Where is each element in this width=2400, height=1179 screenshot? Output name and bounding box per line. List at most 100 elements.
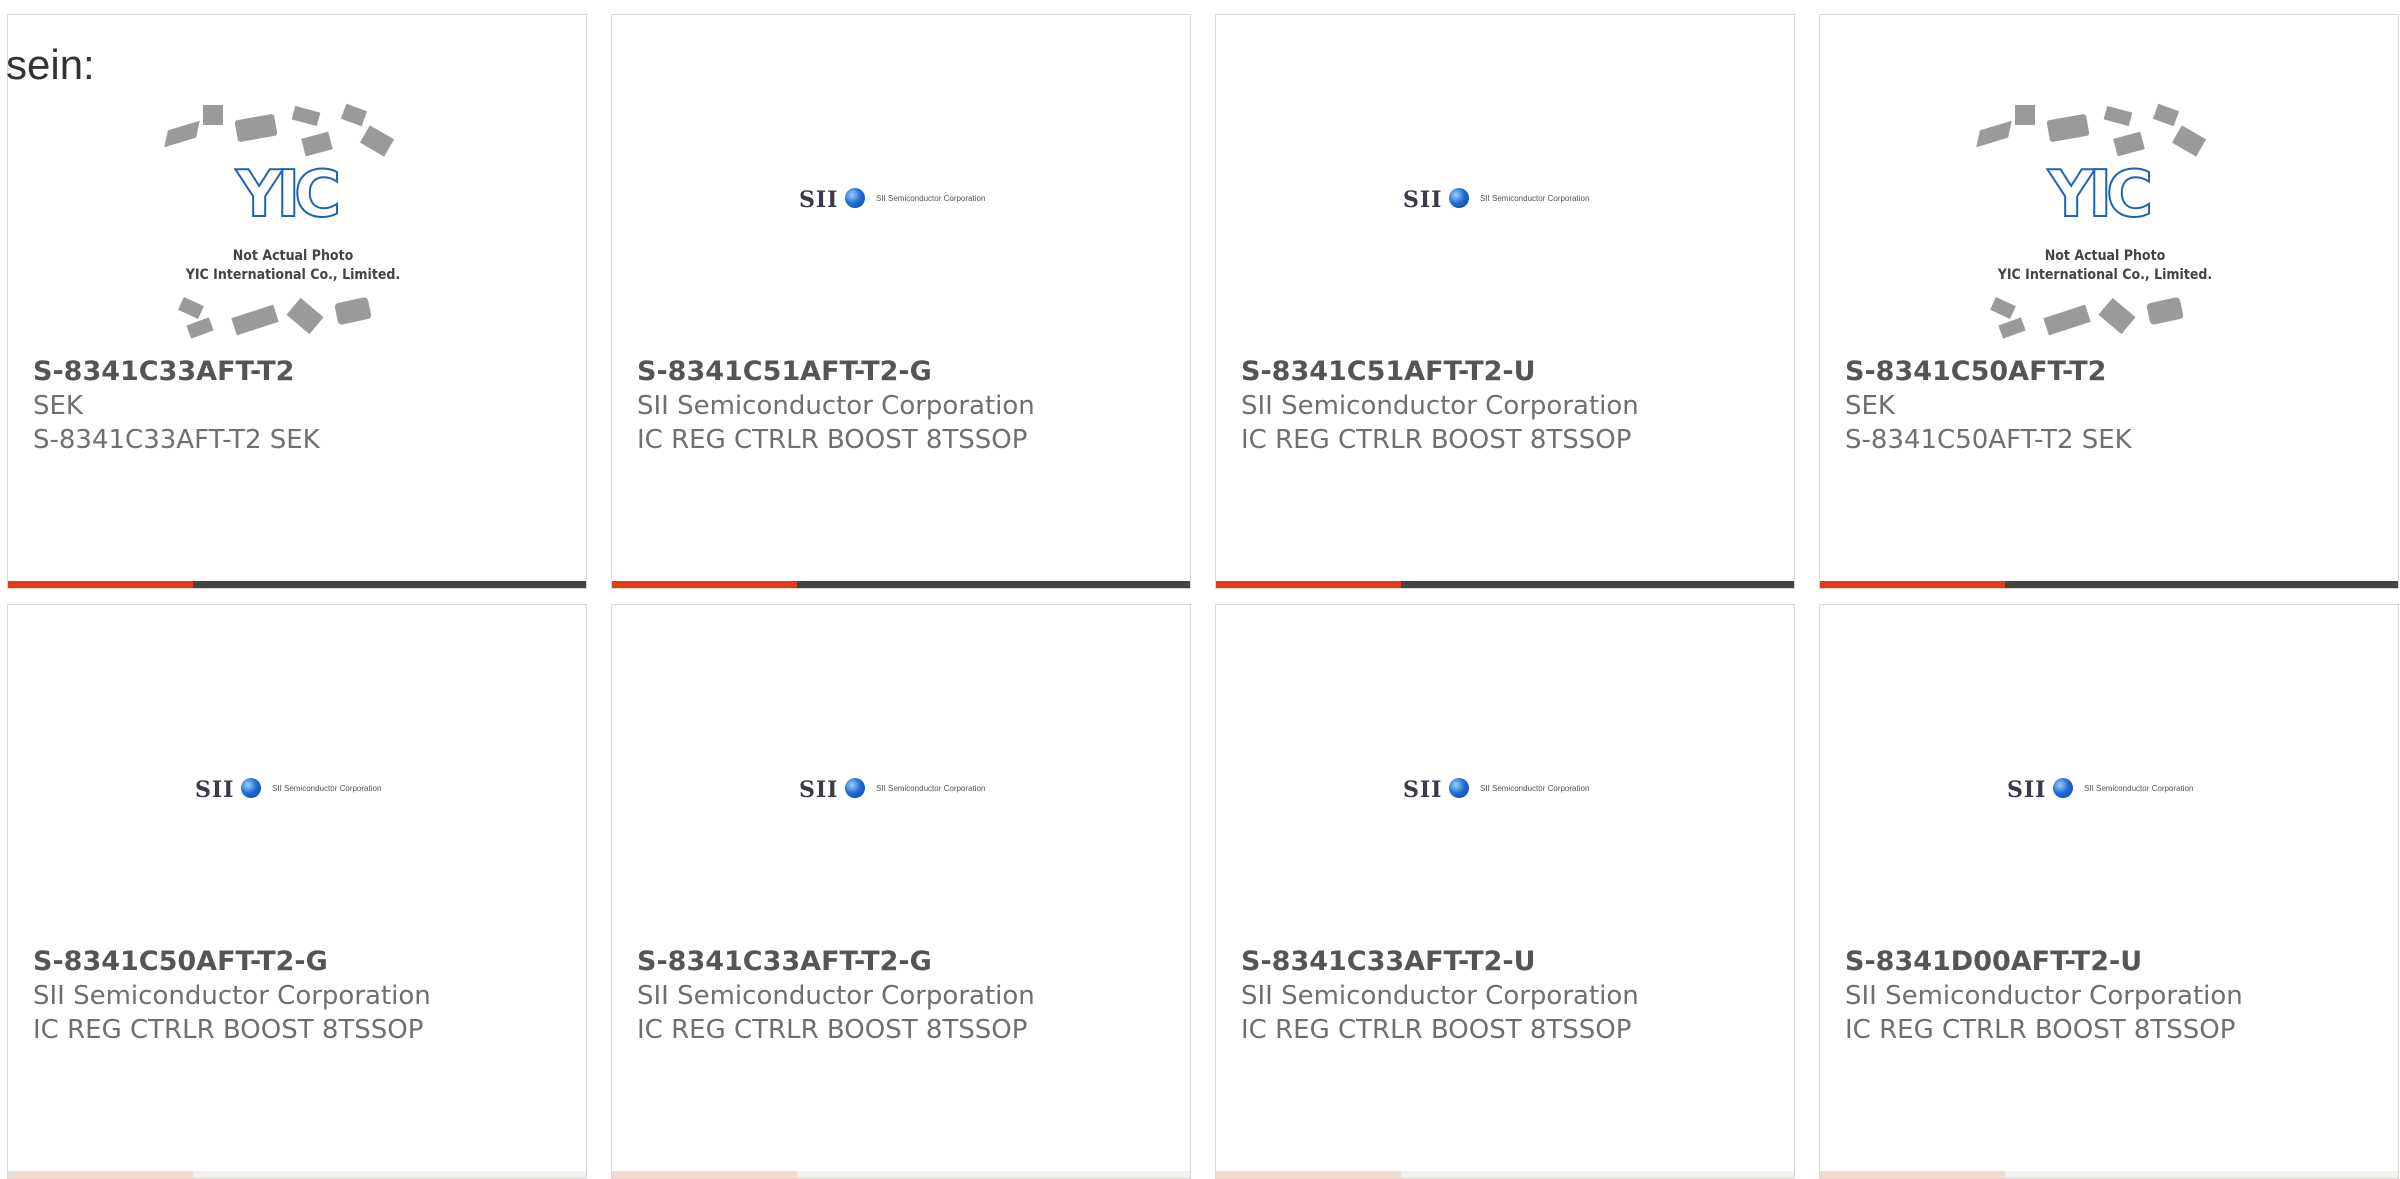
manufacturer: SII Semiconductor Corporation — [1241, 391, 1639, 421]
yic-placeholder-image: YIC Not Actual Photo YIC International C… — [1970, 103, 2240, 345]
manufacturer: SII Semiconductor Corporation — [1241, 981, 1639, 1011]
caption-line-2: YIC International Co., Limited. — [1997, 267, 2213, 283]
card-progress-bar — [1820, 1171, 2398, 1178]
product-info: S-8341C33AFT-T2-G SII Semiconductor Corpo… — [637, 945, 1180, 1047]
sii-logo-mark: SII — [2007, 777, 2047, 803]
manufacturer: SEK — [33, 391, 83, 421]
sii-logo-company: SII Semiconductor Corporation — [876, 194, 986, 203]
sii-logo-company: SII Semiconductor Corporation — [1480, 194, 1590, 203]
part-number-link[interactable]: S-8341C51AFT-T2-U — [1241, 355, 1784, 389]
card-progress-fill — [1216, 1171, 1401, 1178]
chip-icon — [2043, 304, 2091, 336]
card-progress-fill — [1820, 581, 2005, 588]
manufacturer: SII Semiconductor Corporation — [33, 981, 431, 1011]
product-image[interactable]: SII SII Semiconductor Corporation — [1820, 605, 2398, 940]
card-progress-bar — [8, 581, 586, 588]
manufacturer: SEK — [1845, 391, 1895, 421]
chip-icon — [301, 131, 333, 157]
chip-icon — [2103, 105, 2133, 127]
product-card[interactable]: SII SII Semiconductor Corporation S-8341… — [7, 604, 587, 1179]
sii-logo-image: SII SII Semiconductor Corporation — [1403, 175, 1613, 215]
chip-icon — [291, 105, 321, 127]
chip-icon — [186, 317, 214, 339]
card-progress-bar — [612, 1171, 1190, 1178]
chip-icon — [178, 297, 204, 319]
sii-logo-mark: SII — [1403, 187, 1443, 213]
part-number-link[interactable]: S-8341C50AFT-T2 — [1845, 355, 2388, 389]
sii-logo-mark: SII — [1403, 777, 1443, 803]
product-image[interactable]: SII SII Semiconductor Corporation — [612, 605, 1190, 940]
sii-globe-icon — [845, 778, 865, 798]
manufacturer: SII Semiconductor Corporation — [637, 981, 1035, 1011]
caption-line-2: YIC International Co., Limited. — [185, 267, 401, 283]
product-image[interactable]: SII SII Semiconductor Corporation — [612, 15, 1190, 350]
card-progress-bar — [612, 581, 1190, 588]
description: IC REG CTRLR BOOST 8TSSOP — [637, 425, 1028, 455]
chip-icon — [2171, 125, 2207, 157]
image-caption: Not Actual Photo YIC International Co., … — [1970, 247, 2240, 285]
chip-icon — [359, 125, 395, 157]
chip-icon — [203, 105, 223, 125]
description: IC REG CTRLR BOOST 8TSSOP — [1241, 425, 1632, 455]
yic-logo: YIC — [235, 158, 342, 232]
sii-logo-image: SII SII Semiconductor Corporation — [195, 765, 405, 805]
description: IC REG CTRLR BOOST 8TSSOP — [1845, 1015, 2236, 1045]
section-heading: sein: — [6, 41, 95, 88]
sii-globe-icon — [1449, 188, 1469, 208]
part-number-link[interactable]: S-8341C33AFT-T2-U — [1241, 945, 1784, 979]
chip-icon — [1990, 297, 2016, 319]
chip-icon — [2046, 113, 2090, 143]
card-progress-bar — [1216, 1171, 1794, 1178]
sii-logo-image: SII SII Semiconductor Corporation — [799, 765, 1009, 805]
product-image[interactable]: SII SII Semiconductor Corporation — [1216, 605, 1794, 940]
product-info: S-8341C51AFT-T2-U SII Semiconductor Corpo… — [1241, 355, 1784, 457]
sii-logo-company: SII Semiconductor Corporation — [2084, 784, 2194, 793]
product-info: S-8341C33AFT-T2-U SII Semiconductor Corpo… — [1241, 945, 1784, 1047]
product-info: S-8341D00AFT-T2-U SII Semiconductor Corpo… — [1845, 945, 2388, 1047]
product-info: S-8341C50AFT-T2 SEK S-8341C50AFT-T2 SEK — [1845, 355, 2388, 457]
product-card[interactable]: SII SII Semiconductor Corporation S-8341… — [611, 14, 1191, 589]
product-info: S-8341C50AFT-T2-G SII Semiconductor Corpo… — [33, 945, 576, 1047]
part-number-link[interactable]: S-8341C33AFT-T2 — [33, 355, 576, 389]
product-info: S-8341C51AFT-T2-G SII Semiconductor Corpo… — [637, 355, 1180, 457]
part-number-link[interactable]: S-8341C50AFT-T2-G — [33, 945, 576, 979]
card-progress-fill — [1820, 1171, 2005, 1178]
product-image[interactable]: SII SII Semiconductor Corporation — [1216, 15, 1794, 350]
card-progress-bar — [8, 1171, 586, 1178]
sii-logo-company: SII Semiconductor Corporation — [272, 784, 382, 793]
part-number-link[interactable]: S-8341D00AFT-T2-U — [1845, 945, 2388, 979]
product-card[interactable]: SII SII Semiconductor Corporation S-8341… — [1819, 604, 2399, 1179]
product-grid: YIC Not Actual Photo YIC International C… — [7, 14, 2400, 1179]
caption-line-1: Not Actual Photo — [2044, 248, 2166, 264]
product-image[interactable]: YIC Not Actual Photo YIC International C… — [1820, 15, 2398, 350]
sii-logo-image: SII SII Semiconductor Corporation — [799, 175, 1009, 215]
card-progress-fill — [612, 1171, 797, 1178]
card-progress-fill — [612, 581, 797, 588]
chip-icon — [340, 103, 368, 127]
description: S-8341C50AFT-T2 SEK — [1845, 425, 2132, 455]
product-card[interactable]: SII SII Semiconductor Corporation S-8341… — [1215, 14, 1795, 589]
card-progress-bar — [1216, 581, 1794, 588]
description: IC REG CTRLR BOOST 8TSSOP — [637, 1015, 1028, 1045]
caption-line-1: Not Actual Photo — [232, 248, 354, 264]
sii-logo-mark: SII — [195, 777, 235, 803]
chip-icon — [231, 304, 279, 336]
chip-icon — [2146, 296, 2184, 326]
part-number-link[interactable]: S-8341C33AFT-T2-G — [637, 945, 1180, 979]
product-card[interactable]: SII SII Semiconductor Corporation S-8341… — [1215, 604, 1795, 1179]
chip-icon — [1998, 317, 2026, 339]
yic-placeholder-image: YIC Not Actual Photo YIC International C… — [158, 103, 428, 345]
product-card[interactable]: YIC Not Actual Photo YIC International C… — [1819, 14, 2399, 589]
sii-logo-company: SII Semiconductor Corporation — [876, 784, 986, 793]
yic-logo: YIC — [2047, 158, 2154, 232]
product-image[interactable]: SII SII Semiconductor Corporation — [8, 605, 586, 940]
description: IC REG CTRLR BOOST 8TSSOP — [33, 1015, 424, 1045]
description: IC REG CTRLR BOOST 8TSSOP — [1241, 1015, 1632, 1045]
description: S-8341C33AFT-T2 SEK — [33, 425, 320, 455]
chip-icon — [286, 297, 324, 335]
manufacturer: SII Semiconductor Corporation — [1845, 981, 2243, 1011]
product-card[interactable]: YIC Not Actual Photo YIC International C… — [7, 14, 587, 589]
card-progress-fill — [8, 1171, 193, 1178]
part-number-link[interactable]: S-8341C51AFT-T2-G — [637, 355, 1180, 389]
product-card[interactable]: SII SII Semiconductor Corporation S-8341… — [611, 604, 1191, 1179]
